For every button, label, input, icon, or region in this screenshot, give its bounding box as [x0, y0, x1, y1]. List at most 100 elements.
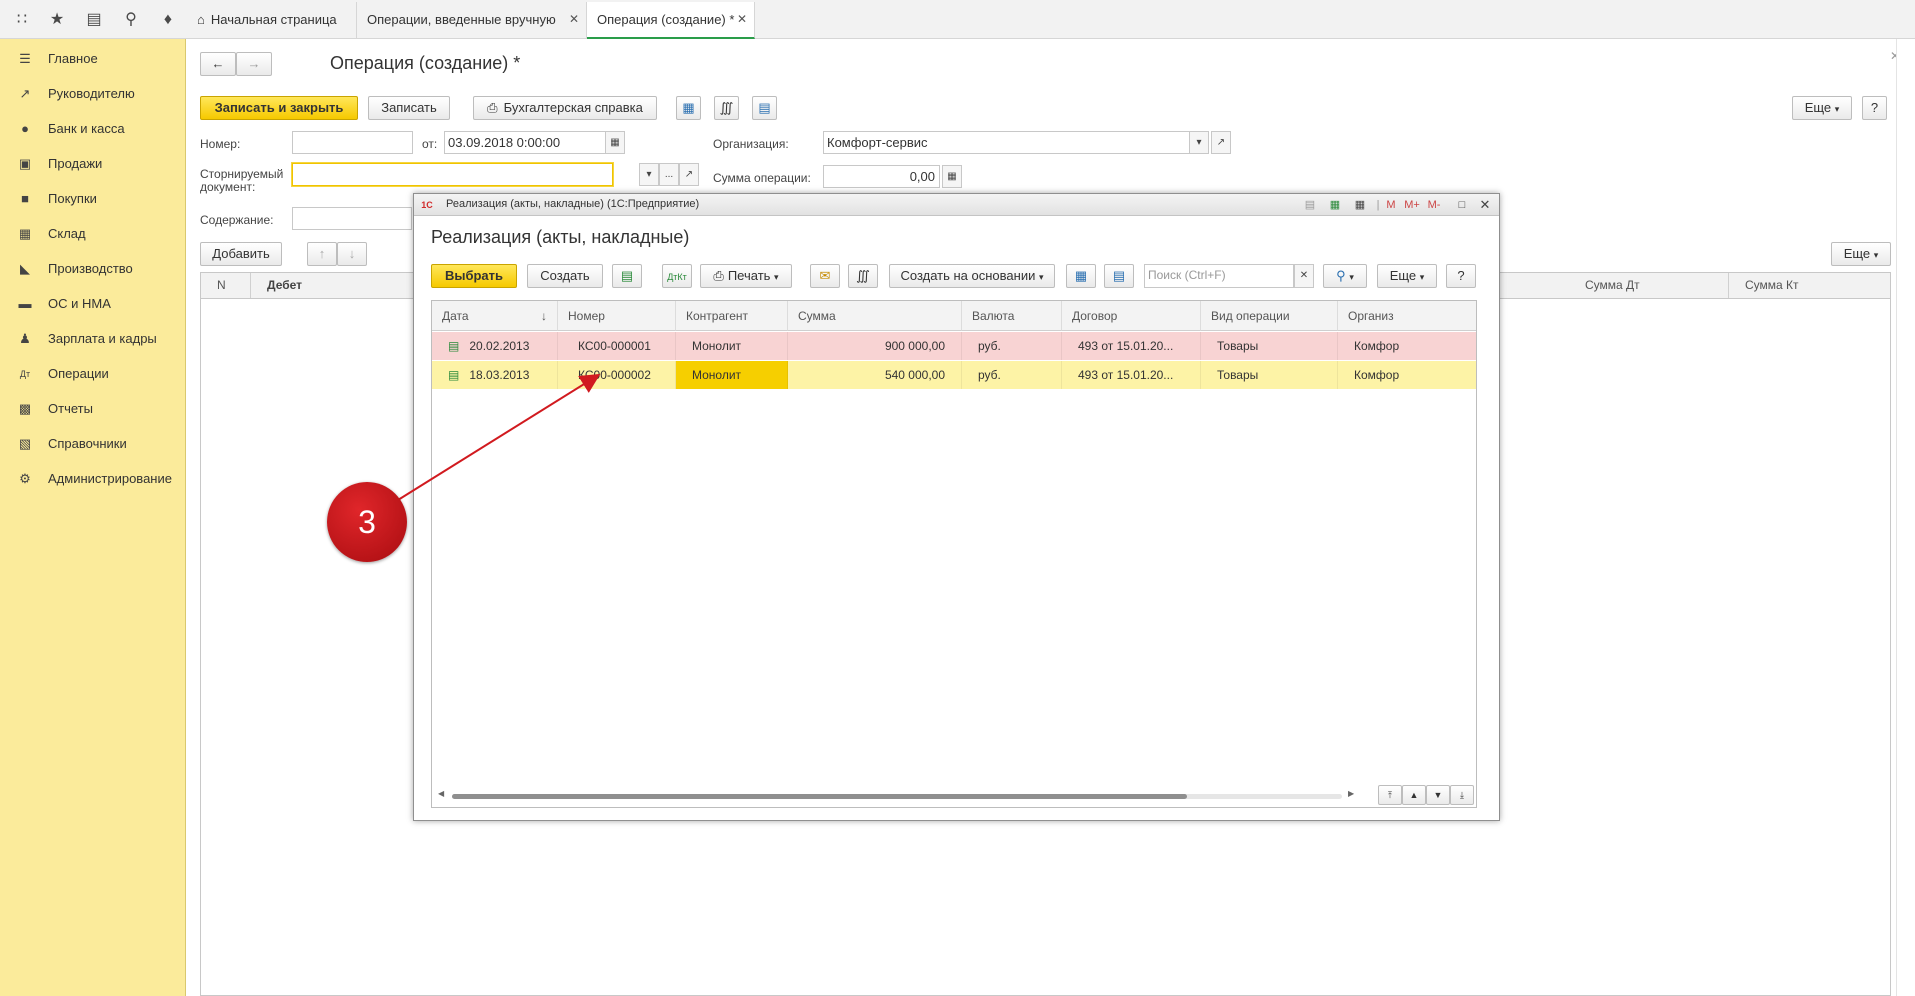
- sidebar-item-catalogs[interactable]: ▧ Справочники: [0, 429, 186, 459]
- structure-button[interactable]: ▦: [676, 96, 701, 120]
- scroll-top-button[interactable]: ⤒: [1378, 785, 1402, 805]
- select-button[interactable]: Выбрать: [431, 264, 517, 288]
- sidebar-item-warehouse[interactable]: ▦ Склад: [0, 219, 186, 249]
- forward-button[interactable]: →: [236, 52, 272, 76]
- create-based-on-button[interactable]: Создать на основании ▾: [889, 264, 1055, 288]
- close-icon[interactable]: ✕: [569, 2, 579, 37]
- grid-more-button[interactable]: Еще ▾: [1831, 242, 1891, 266]
- column-organization[interactable]: Организ: [1338, 301, 1476, 331]
- tab-manual-operations[interactable]: Операции, введенные вручную ✕: [357, 2, 587, 39]
- column-date[interactable]: Дата ↓: [432, 301, 558, 331]
- search-input[interactable]: Поиск (Ctrl+F): [1144, 264, 1294, 288]
- scrollbar-thumb[interactable]: [452, 794, 1187, 799]
- favorites-star-icon[interactable]: ★: [47, 10, 67, 30]
- notifications-bell-icon[interactable]: ♦: [158, 10, 178, 30]
- add-button[interactable]: Добавить: [200, 242, 282, 266]
- scroll-bottom-button[interactable]: ⤓: [1450, 785, 1474, 805]
- column-contract[interactable]: Договор: [1062, 301, 1201, 331]
- column-operation-type[interactable]: Вид операции: [1201, 301, 1338, 331]
- memory-plus-button[interactable]: M+: [1402, 197, 1422, 213]
- number-field[interactable]: [292, 131, 413, 154]
- sidebar-item-assets[interactable]: ▬ ОС и НМА: [0, 289, 186, 319]
- save-and-close-button[interactable]: Записать и закрыть: [200, 96, 358, 120]
- link-icon[interactable]: ▤: [1302, 197, 1318, 213]
- structure-button[interactable]: ▦: [1066, 264, 1096, 288]
- scroll-down-button[interactable]: ▼: [1426, 785, 1450, 805]
- back-button[interactable]: ←: [200, 52, 236, 76]
- document-button[interactable]: ▤: [752, 96, 777, 120]
- more-button[interactable]: Еще ▾: [1792, 96, 1852, 120]
- chevron-down-icon[interactable]: ▾: [1189, 131, 1209, 154]
- create-button[interactable]: Создать: [527, 264, 603, 288]
- attach-button[interactable]: ∭: [848, 264, 878, 288]
- printer-icon: ⎙: [487, 100, 498, 115]
- column-counterparty[interactable]: Контрагент: [676, 301, 788, 331]
- save-button[interactable]: Записать: [368, 96, 450, 120]
- sum-field[interactable]: 0,00: [823, 165, 940, 188]
- dt-kt-button[interactable]: ДтКт: [662, 264, 692, 288]
- memory-minus-button[interactable]: M-: [1424, 197, 1444, 213]
- move-up-button[interactable]: ↑: [307, 242, 337, 266]
- sidebar-item-bank[interactable]: ● Банк и касса: [0, 114, 186, 144]
- sidebar-item-reports[interactable]: ▩ Отчеты: [0, 394, 186, 424]
- scroll-right-icon[interactable]: ▶: [1348, 789, 1354, 798]
- sidebar-item-production[interactable]: ◣ Производство: [0, 254, 186, 284]
- more-button[interactable]: Еще ▾: [1377, 264, 1437, 288]
- reversed-doc-field[interactable]: [292, 163, 613, 186]
- book-icon: ▧: [18, 436, 32, 451]
- vertical-scrollbar[interactable]: [1896, 39, 1915, 996]
- close-icon[interactable]: ✕: [737, 2, 747, 37]
- sidebar-item-operations[interactable]: Дт Операции: [0, 359, 186, 389]
- clear-search-icon[interactable]: ✕: [1294, 264, 1314, 288]
- search-button[interactable]: ⚲ ▾: [1323, 264, 1367, 288]
- table-row-selected[interactable]: ▤ 18.03.2013 КС00-000002 Монолит 540 000,…: [432, 361, 1476, 389]
- apps-grid-icon[interactable]: ∷: [12, 10, 32, 30]
- tab-operation-create[interactable]: Операция (создание) * ✕: [587, 2, 755, 39]
- select-ellipsis-icon[interactable]: ...: [659, 163, 679, 186]
- column-sum-dt[interactable]: Сумма Дт: [1569, 273, 1729, 298]
- sidebar-item-salary[interactable]: ♟ Зарплата и кадры: [0, 324, 186, 354]
- chevron-down-icon[interactable]: ▾: [639, 163, 659, 186]
- memory-m-button[interactable]: M: [1384, 197, 1398, 213]
- search-icon[interactable]: ⚲: [121, 10, 141, 30]
- scroll-left-icon[interactable]: ◀: [438, 789, 444, 798]
- sidebar-item-admin[interactable]: ⚙ Администрирование: [0, 464, 186, 494]
- move-down-button[interactable]: ↓: [337, 242, 367, 266]
- open-link-icon[interactable]: ↗: [1211, 131, 1231, 154]
- calendar-icon[interactable]: ▦: [1327, 197, 1343, 213]
- column-sum-kt[interactable]: Сумма Кт: [1729, 273, 1890, 298]
- help-button[interactable]: ?: [1446, 264, 1476, 288]
- tab-home[interactable]: ⌂ Начальная страница: [187, 2, 357, 39]
- column-number[interactable]: Номер: [558, 301, 676, 331]
- cell-sum: 540 000,00: [788, 361, 962, 389]
- history-icon[interactable]: ▤: [84, 10, 104, 30]
- window-titlebar[interactable]: 1C Реализация (акты, накладные) (1С:Пред…: [414, 194, 1499, 216]
- calendar-31-icon[interactable]: ▦: [1352, 197, 1368, 213]
- calendar-icon[interactable]: ▦: [605, 131, 625, 154]
- column-currency[interactable]: Валюта: [962, 301, 1062, 331]
- copy-button[interactable]: ▤: [612, 264, 642, 288]
- sidebar-item-sales[interactable]: ▣ Продажи: [0, 149, 186, 179]
- horizontal-scrollbar[interactable]: [452, 794, 1342, 799]
- content-field[interactable]: [292, 207, 412, 230]
- cell-contract: 493 от 15.01.20...: [1062, 332, 1201, 360]
- close-icon[interactable]: ✕: [1477, 197, 1493, 213]
- accounting-note-button[interactable]: ⎙ Бухгалтерская справка: [473, 96, 657, 120]
- date-field[interactable]: 03.09.2018 0:00:00: [444, 131, 612, 154]
- sidebar-item-purchases[interactable]: ■ Покупки: [0, 184, 186, 214]
- column-n[interactable]: N: [201, 273, 251, 298]
- calculator-icon[interactable]: ▦: [942, 165, 962, 188]
- email-button[interactable]: ✉: [810, 264, 840, 288]
- attach-button[interactable]: ∭: [714, 96, 739, 120]
- maximize-icon[interactable]: □: [1454, 197, 1470, 213]
- print-button[interactable]: ⎙ Печать ▾: [700, 264, 792, 288]
- document-button[interactable]: ▤: [1104, 264, 1134, 288]
- sidebar-item-main[interactable]: ☰ Главное: [0, 44, 186, 74]
- column-sum[interactable]: Сумма: [788, 301, 962, 331]
- sidebar-item-manager[interactable]: ↗ Руководителю: [0, 79, 186, 109]
- open-link-icon[interactable]: ↗: [679, 163, 699, 186]
- org-field[interactable]: Комфорт-сервис: [823, 131, 1209, 154]
- help-button[interactable]: ?: [1862, 96, 1887, 120]
- scroll-up-button[interactable]: ▲: [1402, 785, 1426, 805]
- table-row[interactable]: ▤ 20.02.2013 КС00-000001 Монолит 900 000,…: [432, 332, 1476, 360]
